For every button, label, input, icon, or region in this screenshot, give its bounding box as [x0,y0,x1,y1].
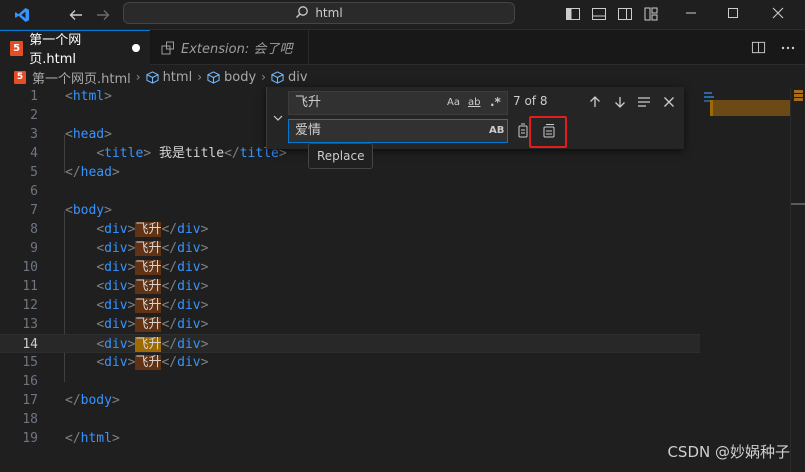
tab-label: 第一个网页.html [29,33,82,67]
match-whole-word-toggle[interactable]: ab [468,91,480,113]
search-match: 飞升 [135,279,162,294]
code-line: 15 <div>飞升</div> [22,355,209,370]
element-cube-icon [271,70,284,84]
code-line: 16 [22,374,38,389]
toggle-secondary-sidebar-icon[interactable] [617,6,633,22]
tab-bar: 5 第一个网页.html Extension: 会了吧 [0,30,805,67]
breadcrumb-body[interactable]: body [207,70,256,85]
code-line-current: 14 <div>飞升</div> [0,334,700,353]
previous-match-arrow-up-icon[interactable] [586,93,604,111]
find-in-selection-icon[interactable] [635,93,653,111]
scrollbar-slider[interactable] [791,203,805,205]
chevron-right-icon: › [135,70,141,84]
search-match: 飞升 [135,355,162,370]
replace-tooltip: Replace [308,143,374,169]
current-search-match: 飞升 [135,337,162,352]
editor-actions [745,30,805,65]
toggle-panel-icon[interactable] [591,6,607,22]
code-line: 6 [30,184,38,199]
code-line: 10 <div>飞升</div> [22,260,209,275]
breadcrumb-div[interactable]: div [271,70,308,85]
close-find-icon[interactable] [660,93,678,111]
minimap[interactable] [700,88,790,472]
search-match: 飞升 [135,222,162,237]
split-editor-icon[interactable] [745,40,771,55]
code-line: 9 <div>飞升</div> [30,241,209,256]
tab-first-webpage[interactable]: 5 第一个网页.html [0,30,150,67]
element-cube-icon [207,70,220,84]
vertical-scrollbar[interactable] [790,88,805,472]
use-regex-toggle[interactable]: .* [490,91,501,113]
extension-icon [161,41,175,55]
code-line: 17 </body> [22,393,120,408]
title-text: 我是title [158,146,225,161]
code-line: 8 <div>飞升</div> [30,222,209,237]
match-case-toggle[interactable]: Aa [447,91,460,113]
find-replace-widget: 飞升 Aa ab .* 7 of 8 爱情 AB [266,87,684,149]
customize-layout-icon[interactable] [643,6,659,22]
next-match-arrow-down-icon[interactable] [611,93,629,111]
toggle-primary-sidebar-icon[interactable] [565,6,581,22]
code-line: 13 <div>飞升</div> [22,317,209,332]
minimize-button[interactable] [668,0,714,26]
title-bar: html [0,0,805,30]
match-marker [794,98,803,101]
arrow-right-icon[interactable] [95,4,111,29]
more-actions-icon[interactable] [771,40,805,56]
preserve-case-toggle[interactable]: AB [489,119,504,141]
unsaved-dot-icon[interactable] [132,44,140,52]
search-icon [295,5,309,22]
code-line: 7 <body> [30,203,112,218]
replace-input[interactable]: 爱情 [288,119,508,143]
watermark: CSDN @妙娲种子 [667,443,790,461]
chevron-right-icon: › [197,70,202,84]
arrow-left-icon[interactable] [68,4,84,29]
element-cube-icon [145,70,159,84]
chevron-right-icon: › [261,70,266,84]
search-match: 飞升 [135,260,162,275]
code-line: 19 </html> [22,431,120,446]
code-line: 18 [22,412,38,427]
search-match: 飞升 [135,317,162,332]
replace-all-highlight [529,116,567,148]
maximize-button[interactable] [710,0,756,26]
breadcrumb-file[interactable]: 5 第一个网页.html [14,68,131,87]
code-line: 12 <div>飞升</div> [22,298,209,313]
search-match: 飞升 [135,298,162,313]
command-center-text: html [315,6,343,20]
toggle-replace-chevron-icon[interactable] [270,109,286,127]
command-center-search[interactable]: html [123,2,515,24]
html5-icon: 5 [10,40,24,56]
code-line: 11 <div>飞升</div> [22,279,209,294]
breadcrumb-html[interactable]: html [145,70,192,85]
close-window-button[interactable] [755,0,801,26]
html5-icon: 5 [14,70,26,84]
match-count: 7 of 8 [513,94,548,108]
match-marker [794,94,803,97]
breadcrumb: 5 第一个网页.html › html › body › div [0,66,805,88]
tab-label: Extension: 会了吧 [181,42,293,57]
match-marker [794,90,803,93]
search-match: 飞升 [135,241,162,256]
tab-extension[interactable]: Extension: 会了吧 [151,30,309,65]
vscode-logo-icon [14,7,30,23]
